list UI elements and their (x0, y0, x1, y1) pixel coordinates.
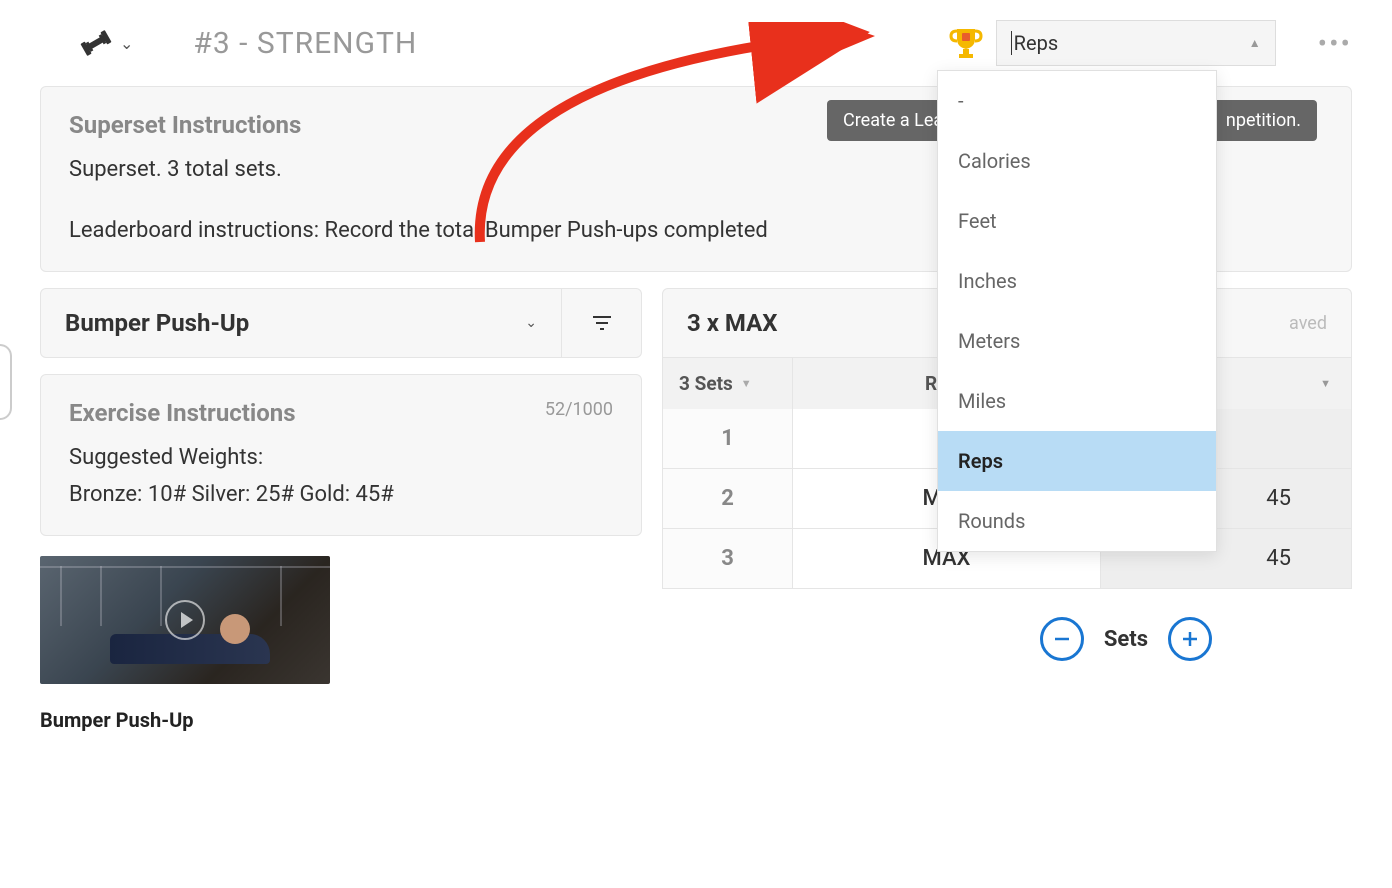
filter-icon (590, 311, 614, 335)
caret-down-icon: ▼ (741, 377, 752, 390)
tooltip-right: npetition. (1210, 100, 1317, 141)
caret-up-icon: ▲ (1249, 36, 1261, 50)
sets-label: Sets (1104, 627, 1148, 652)
plus-icon (1180, 629, 1200, 649)
increase-sets-button[interactable] (1168, 617, 1212, 661)
leaderboard-metric-select[interactable]: Reps ▲ (996, 20, 1276, 66)
exercise-instr-line2: Bronze: 10# Silver: 25# Gold: 45# (69, 478, 613, 511)
chevron-down-icon: ⌄ (525, 315, 537, 331)
chevron-down-icon: ⌄ (120, 34, 133, 53)
exercise-instr-line1: Suggested Weights: (69, 441, 613, 474)
trophy-icon[interactable] (948, 25, 984, 61)
set-number: 3 (663, 529, 793, 588)
exercise-video-thumbnail[interactable] (40, 556, 330, 684)
more-options-icon[interactable]: ••• (1318, 27, 1352, 60)
dropdown-item-rounds[interactable]: Rounds (938, 491, 1216, 551)
exercise-instr-title: Exercise Instructions (69, 399, 613, 427)
dropdown-item-miles[interactable]: Miles (938, 371, 1216, 431)
char-count: 52/1000 (545, 399, 613, 420)
exercise-type-selector[interactable]: ⌄ (80, 27, 133, 59)
dropdown-item-blank[interactable]: - (938, 71, 1216, 131)
dropdown-item-meters[interactable]: Meters (938, 311, 1216, 371)
sets-title: 3 x MAX (687, 309, 778, 337)
metric-dropdown-menu: - Calories Feet Inches Meters Miles Reps… (937, 70, 1217, 552)
left-column: Bumper Push-Up ⌄ 52/1000 Exercise Instru… (40, 288, 642, 732)
dumbbell-icon (80, 27, 112, 59)
dropdown-item-reps[interactable]: Reps (938, 431, 1216, 491)
sets-controls: Sets (662, 617, 1352, 661)
exercise-instructions-card: 52/1000 Exercise Instructions Suggested … (40, 374, 642, 536)
dropdown-item-calories[interactable]: Calories (938, 131, 1216, 191)
decrease-sets-button[interactable] (1040, 617, 1084, 661)
saved-status: aved (1289, 313, 1327, 334)
play-icon (165, 600, 205, 640)
col-header-sets[interactable]: 3 Sets ▼ (663, 358, 793, 409)
thumbnail-label: Bumper Push-Up (40, 708, 642, 732)
exercise-header-row: Bumper Push-Up ⌄ (40, 288, 642, 358)
drag-handle[interactable] (0, 344, 12, 420)
section-title: #3 - STRENGTH (193, 26, 417, 61)
dropdown-item-feet[interactable]: Feet (938, 191, 1216, 251)
set-number: 1 (663, 409, 793, 468)
exercise-name: Bumper Push-Up (65, 309, 249, 337)
exercise-thumbnail-area: Bumper Push-Up (40, 556, 642, 732)
minus-icon (1052, 629, 1072, 649)
dropdown-item-inches[interactable]: Inches (938, 251, 1216, 311)
exercise-name-card[interactable]: Bumper Push-Up ⌄ (40, 288, 562, 358)
set-number: 2 (663, 469, 793, 528)
caret-down-icon: ▼ (1320, 377, 1331, 390)
select-value: Reps (1011, 31, 1058, 55)
filter-button[interactable] (562, 288, 642, 358)
